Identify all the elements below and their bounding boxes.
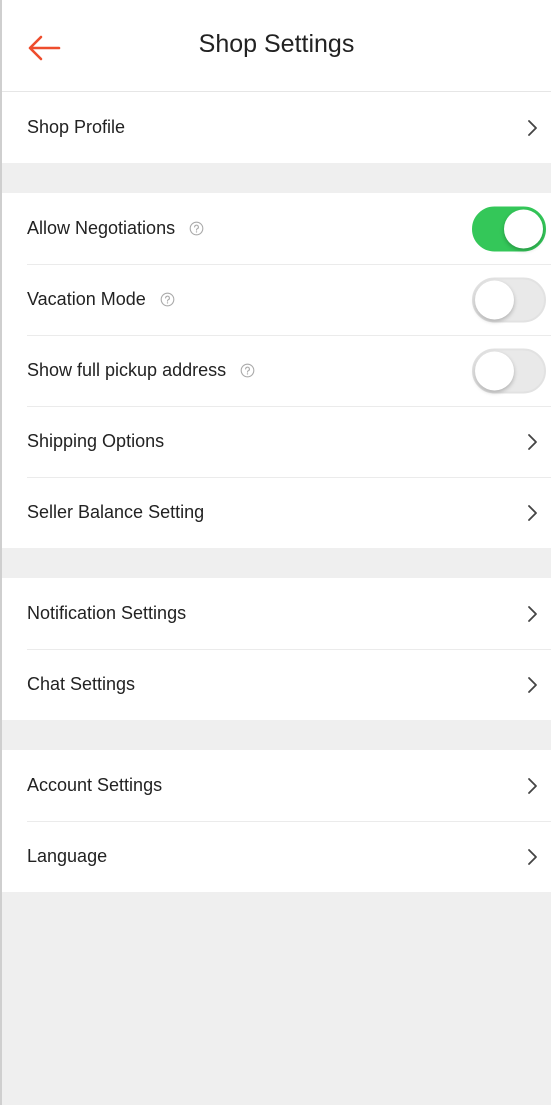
chevron-right-icon	[528, 433, 537, 450]
arrow-left-icon	[28, 35, 61, 61]
chevron-right-icon	[528, 119, 537, 136]
shop-profile-row[interactable]: Shop Profile	[2, 92, 551, 163]
shop-profile-label: Shop Profile	[27, 117, 126, 137]
section-communication: Notification Settings Chat Settings	[2, 578, 551, 720]
account-settings-label: Account Settings	[27, 775, 163, 795]
shop-settings-screen: Shop Settings Shop Profile Allow Negotia…	[0, 0, 551, 1105]
section-shop-profile: Shop Profile	[2, 92, 551, 163]
page-title: Shop Settings	[198, 30, 355, 58]
chat-settings-label: Chat Settings	[27, 674, 136, 694]
vacation-mode-label: Vacation Mode	[27, 289, 146, 309]
chevron-right-icon	[528, 504, 537, 521]
language-row[interactable]: Language	[2, 821, 551, 892]
header-bar: Shop Settings	[2, 0, 551, 92]
chevron-right-icon	[528, 676, 537, 693]
toggle-knob	[504, 209, 543, 248]
chevron-right-icon	[528, 848, 537, 865]
shipping-options-row[interactable]: Shipping Options	[2, 406, 551, 477]
help-icon[interactable]	[160, 292, 175, 307]
chevron-right-icon	[528, 777, 537, 794]
allow-negotiations-row: Allow Negotiations	[2, 193, 551, 264]
vacation-mode-toggle[interactable]	[472, 277, 546, 322]
shipping-options-label: Shipping Options	[27, 431, 165, 451]
notification-settings-label: Notification Settings	[27, 603, 187, 623]
account-settings-row[interactable]: Account Settings	[2, 750, 551, 821]
back-button[interactable]	[24, 30, 64, 66]
chat-settings-row[interactable]: Chat Settings	[2, 649, 551, 720]
section-shop-options: Allow Negotiations Vacation Mode Show fu…	[2, 193, 551, 548]
section-account: Account Settings Language	[2, 750, 551, 892]
section-divider	[2, 548, 551, 578]
show-full-pickup-address-row: Show full pickup address	[2, 335, 551, 406]
show-full-pickup-address-toggle[interactable]	[472, 348, 546, 393]
seller-balance-setting-label: Seller Balance Setting	[27, 502, 205, 522]
seller-balance-setting-row[interactable]: Seller Balance Setting	[2, 477, 551, 548]
help-icon[interactable]	[240, 363, 255, 378]
section-divider	[2, 163, 551, 193]
toggle-knob	[475, 280, 514, 319]
allow-negotiations-toggle[interactable]	[472, 206, 546, 251]
section-divider	[2, 720, 551, 750]
chevron-right-icon	[528, 605, 537, 622]
notification-settings-row[interactable]: Notification Settings	[2, 578, 551, 649]
language-label: Language	[27, 846, 108, 866]
show-full-pickup-address-label: Show full pickup address	[27, 360, 227, 380]
toggle-knob	[475, 351, 514, 390]
allow-negotiations-label: Allow Negotiations	[27, 218, 176, 238]
help-icon[interactable]	[189, 221, 204, 236]
vacation-mode-row: Vacation Mode	[2, 264, 551, 335]
